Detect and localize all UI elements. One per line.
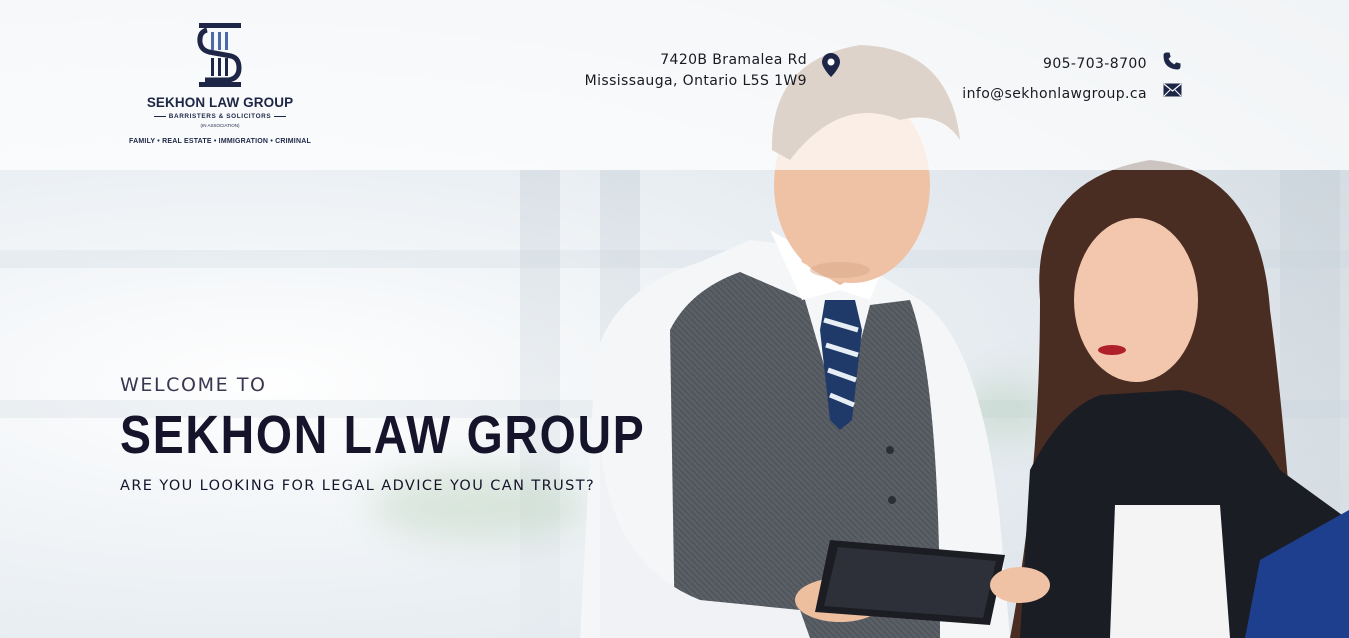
- hero-tagline: ARE YOU LOOKING FOR LEGAL ADVICE YOU CAN…: [120, 478, 596, 494]
- phone-icon: [1163, 52, 1181, 70]
- office-address[interactable]: 7420B Bramalea Rd Mississauga, Ontario L…: [585, 50, 807, 92]
- hero-title: SEKHON LAW GROUP: [120, 405, 646, 465]
- site-logo[interactable]: SEKHON LAW GROUP BARRISTERS & SOLICITORS…: [118, 22, 322, 152]
- contact-info: 905-703-8700 info@sekhonlawgroup.ca: [962, 49, 1147, 109]
- address-line-2: Mississauga, Ontario L5S 1W9: [584, 73, 807, 89]
- email-link[interactable]: info@sekhonlawgroup.ca: [962, 79, 1147, 109]
- hero-text: WELCOME TO SEKHON LAW GROUP ARE YOU LOOK…: [120, 374, 731, 494]
- site-header: SEKHON LAW GROUP BARRISTERS & SOLICITORS…: [0, 0, 1349, 170]
- logo-name: SEKHON LAW GROUP: [146, 95, 294, 110]
- logo-association: (IN ASSOCIATION): [200, 123, 240, 128]
- map-pin-icon: [822, 53, 840, 77]
- address-line-1: 7420B Bramalea Rd: [660, 52, 807, 68]
- pillar-logo-icon: [197, 23, 242, 87]
- phone-link[interactable]: 905-703-8700: [962, 49, 1147, 79]
- mail-icon: [1163, 83, 1182, 97]
- logo-subtitle: BARRISTERS & SOLICITORS: [118, 113, 322, 120]
- logo-practice-areas: FAMILY • REAL ESTATE • IMMIGRATION • CRI…: [129, 138, 311, 145]
- hero-welcome: WELCOME TO: [120, 374, 267, 396]
